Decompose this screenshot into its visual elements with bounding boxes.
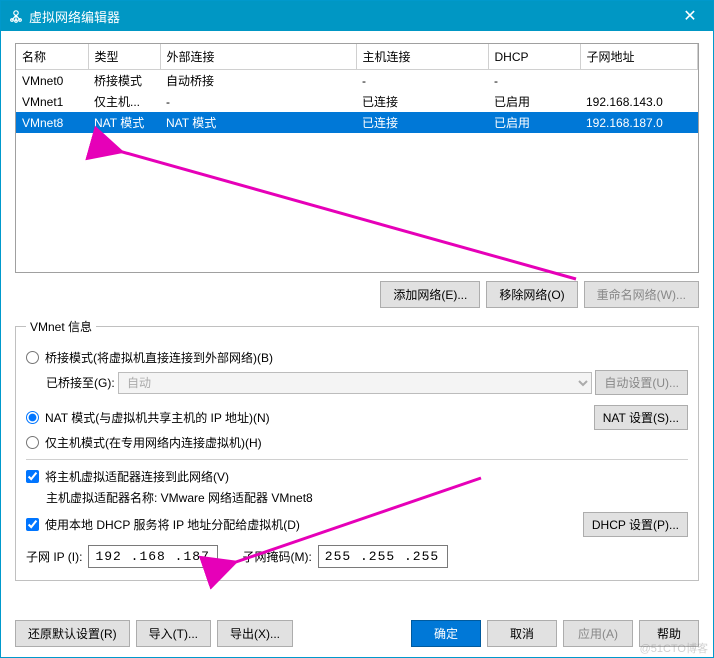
col-type[interactable]: 类型 (88, 44, 160, 70)
app-icon (9, 9, 23, 23)
mode-hostonly-radio[interactable] (26, 436, 39, 449)
subnet-row: 子网 IP (I): 子网掩码(M): (26, 545, 688, 568)
use-dhcp-checkbox[interactable] (26, 518, 39, 531)
vmnet-info-legend: VMnet 信息 (26, 318, 96, 335)
cell-type: 桥接模式 (88, 70, 160, 92)
mode-bridged-radio[interactable] (26, 351, 39, 364)
cell-name: VMnet8 (16, 112, 88, 133)
bridged-to-label: 已桥接至(G): (46, 374, 115, 391)
cancel-button[interactable]: 取消 (487, 620, 557, 647)
rename-network-button[interactable]: 重命名网络(W)... (584, 281, 699, 308)
window-title: 虚拟网络编辑器 (29, 7, 675, 26)
subnet-mask-label: 子网掩码(M): (242, 548, 311, 565)
export-button[interactable]: 导出(X)... (217, 620, 293, 647)
cell-dhcp: 已启用 (488, 91, 580, 112)
restore-defaults-button[interactable]: 还原默认设置(R) (15, 620, 130, 647)
vmnet-info-group: VMnet 信息 桥接模式(将虚拟机直接连接到外部网络)(B) 已桥接至(G):… (15, 318, 699, 581)
network-buttons: 添加网络(E)... 移除网络(O) 重命名网络(W)... (15, 281, 699, 308)
separator (26, 459, 688, 460)
cell-host: 已连接 (356, 91, 488, 112)
cell-name: VMnet1 (16, 91, 88, 112)
apply-button[interactable]: 应用(A) (563, 620, 633, 647)
cell-ext: NAT 模式 (160, 112, 356, 133)
cell-type: 仅主机... (88, 91, 160, 112)
cell-dhcp: 已启用 (488, 112, 580, 133)
dialog-window: 虚拟网络编辑器 ✕ 名称 类型 外部连接 主机连接 DHCP 子网地址 VMne… (0, 0, 714, 658)
col-subnet[interactable]: 子网地址 (580, 44, 698, 70)
import-button[interactable]: 导入(T)... (136, 620, 211, 647)
cell-ext: - (160, 91, 356, 112)
table-row[interactable]: VMnet8NAT 模式NAT 模式已连接已启用192.168.187.0 (16, 112, 698, 133)
connect-host-checkbox[interactable] (26, 470, 39, 483)
ok-button[interactable]: 确定 (411, 620, 481, 647)
table-row[interactable]: VMnet1仅主机...-已连接已启用192.168.143.0 (16, 91, 698, 112)
dhcp-settings-button[interactable]: DHCP 设置(P)... (583, 512, 688, 537)
adapter-name-label: 主机虚拟适配器名称: VMware 网络适配器 VMnet8 (46, 489, 688, 506)
cell-dhcp: - (488, 70, 580, 92)
bridged-to-row: 已桥接至(G): 自动 自动设置(U)... (46, 370, 688, 395)
cell-ext: 自动桥接 (160, 70, 356, 92)
mode-nat-label[interactable]: NAT 模式(与虚拟机共享主机的 IP 地址)(N) (45, 409, 270, 426)
subnet-ip-label: 子网 IP (I): (26, 548, 82, 565)
mode-bridged-label[interactable]: 桥接模式(将虚拟机直接连接到外部网络)(B) (45, 349, 273, 366)
col-host[interactable]: 主机连接 (356, 44, 488, 70)
cell-type: NAT 模式 (88, 112, 160, 133)
mode-nat-radio[interactable] (26, 411, 39, 424)
connect-host-label[interactable]: 将主机虚拟适配器连接到此网络(V) (45, 468, 229, 485)
table-header: 名称 类型 外部连接 主机连接 DHCP 子网地址 (16, 44, 698, 70)
use-dhcp-row: 使用本地 DHCP 服务将 IP 地址分配给虚拟机(D) DHCP 设置(P).… (26, 512, 688, 537)
auto-settings-button[interactable]: 自动设置(U)... (595, 370, 688, 395)
cell-subnet (580, 70, 698, 92)
mode-hostonly-label[interactable]: 仅主机模式(在专用网络内连接虚拟机)(H) (45, 434, 262, 451)
add-network-button[interactable]: 添加网络(E)... (380, 281, 480, 308)
cell-subnet: 192.168.187.0 (580, 112, 698, 133)
mode-bridged-row: 桥接模式(将虚拟机直接连接到外部网络)(B) (26, 349, 688, 366)
use-dhcp-label[interactable]: 使用本地 DHCP 服务将 IP 地址分配给虚拟机(D) (45, 516, 300, 533)
col-name[interactable]: 名称 (16, 44, 88, 70)
bridged-to-select[interactable]: 自动 (118, 372, 592, 394)
cell-host: - (356, 70, 488, 92)
col-dhcp[interactable]: DHCP (488, 44, 580, 70)
help-button[interactable]: 帮助 (639, 620, 699, 647)
subnet-mask-input[interactable] (318, 545, 448, 568)
cell-name: VMnet0 (16, 70, 88, 92)
connect-host-row: 将主机虚拟适配器连接到此网络(V) (26, 468, 688, 485)
mode-nat-row: NAT 模式(与虚拟机共享主机的 IP 地址)(N) NAT 设置(S)... (26, 405, 688, 430)
remove-network-button[interactable]: 移除网络(O) (486, 281, 577, 308)
cell-host: 已连接 (356, 112, 488, 133)
nat-settings-button[interactable]: NAT 设置(S)... (594, 405, 688, 430)
subnet-ip-input[interactable] (88, 545, 218, 568)
col-ext[interactable]: 外部连接 (160, 44, 356, 70)
network-table[interactable]: 名称 类型 外部连接 主机连接 DHCP 子网地址 VMnet0桥接模式自动桥接… (15, 43, 699, 273)
dialog-footer: 还原默认设置(R) 导入(T)... 导出(X)... 确定 取消 应用(A) … (1, 610, 713, 657)
cell-subnet: 192.168.143.0 (580, 91, 698, 112)
table-row[interactable]: VMnet0桥接模式自动桥接-- (16, 70, 698, 92)
close-icon[interactable]: ✕ (675, 1, 705, 31)
mode-hostonly-row: 仅主机模式(在专用网络内连接虚拟机)(H) (26, 434, 688, 451)
title-bar: 虚拟网络编辑器 ✕ (1, 1, 713, 31)
dialog-body: 名称 类型 外部连接 主机连接 DHCP 子网地址 VMnet0桥接模式自动桥接… (1, 31, 713, 610)
